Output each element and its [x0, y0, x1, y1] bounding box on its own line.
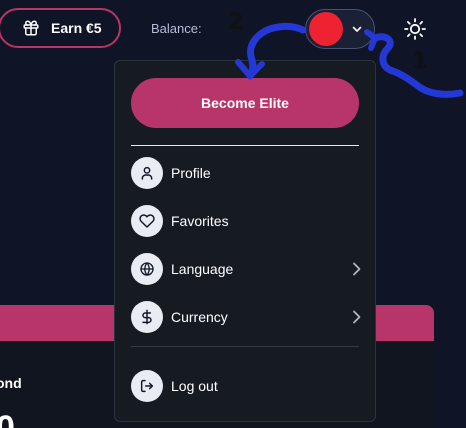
app-stage: ond 0 Earn €5 Balance: Become Elite Prof…: [0, 0, 466, 428]
annotation-number-2: 2: [228, 10, 244, 35]
earn-button[interactable]: Earn €5: [0, 8, 121, 48]
dollar-icon: [131, 301, 163, 333]
card-number-partial: 0: [0, 409, 15, 428]
annotation-number-1: 1: [412, 49, 428, 74]
logout-icon: [131, 370, 163, 402]
menu-item-label: Language: [171, 261, 234, 277]
menu-item-label: Favorites: [171, 213, 229, 229]
gift-icon: [22, 19, 40, 37]
earn-button-label: Earn €5: [51, 20, 102, 36]
become-elite-button[interactable]: Become Elite: [131, 78, 359, 128]
menu-item-label: Log out: [171, 378, 218, 394]
menu-item-profile[interactable]: Profile: [131, 156, 363, 190]
account-dropdown-menu: Become Elite Profile Favorites Language …: [114, 60, 376, 422]
menu-item-language[interactable]: Language: [131, 252, 363, 286]
menu-item-logout[interactable]: Log out: [131, 369, 363, 403]
card-text-partial: ond: [0, 375, 22, 391]
account-menu-button[interactable]: [305, 9, 375, 49]
menu-item-label: Currency: [171, 309, 228, 325]
menu-item-currency[interactable]: Currency: [131, 300, 363, 334]
theme-toggle-button[interactable]: [402, 16, 428, 42]
avatar: [309, 12, 343, 46]
balance-label: Balance:: [151, 21, 202, 36]
menu-divider: [131, 346, 359, 347]
menu-item-label: Profile: [171, 165, 211, 181]
chevron-right-icon: [349, 309, 363, 325]
heart-icon: [131, 205, 163, 237]
menu-item-favorites[interactable]: Favorites: [131, 204, 363, 238]
menu-divider: [131, 145, 359, 146]
globe-icon: [131, 253, 163, 285]
user-icon: [131, 157, 163, 189]
chevron-down-icon: [351, 23, 363, 35]
chevron-right-icon: [349, 261, 363, 277]
sun-icon: [403, 17, 427, 41]
